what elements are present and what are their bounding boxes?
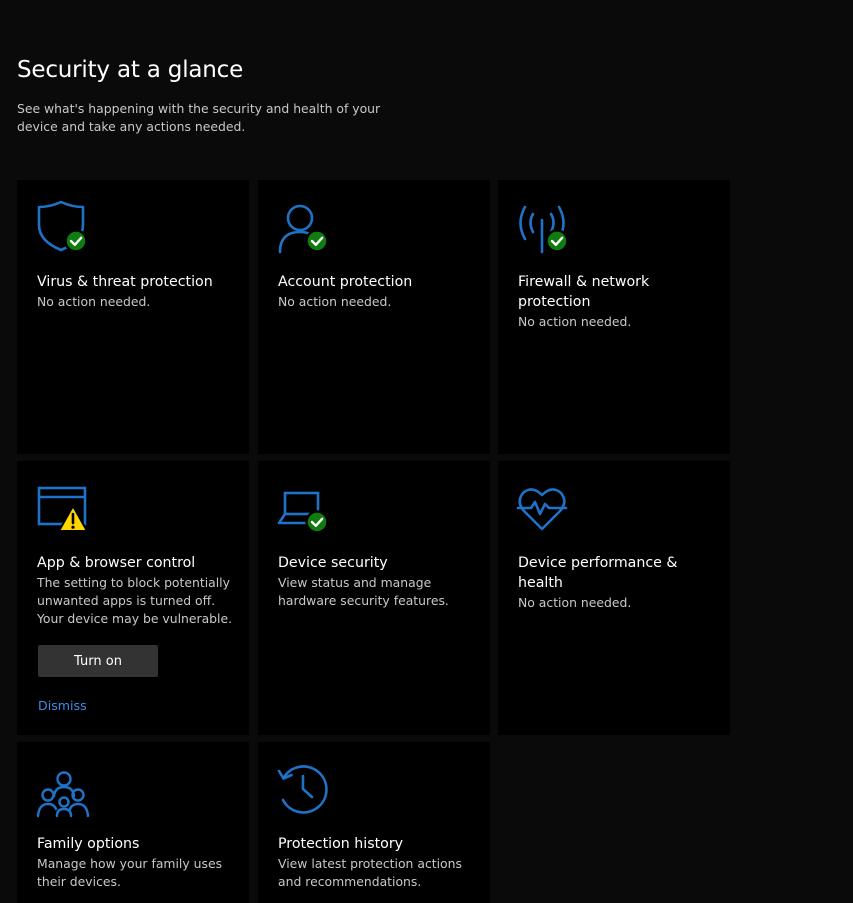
tile-firewall-network-protection[interactable]: Firewall & network protection No action …: [498, 180, 730, 454]
turn-on-button[interactable]: Turn on: [38, 645, 158, 677]
tile-family-options[interactable]: Family options Manage how your family us…: [17, 742, 249, 903]
family-icon: [36, 764, 93, 818]
tile-title: Device performance & health: [518, 555, 678, 591]
tile-device-performance-health[interactable]: Device performance & health No action ne…: [498, 461, 730, 735]
tile-status: View latest protection actions and recom…: [278, 856, 462, 889]
dismiss-link[interactable]: Dismiss: [38, 698, 87, 713]
tile-status: View status and manage hardware security…: [278, 575, 449, 608]
shield-icon: [37, 200, 93, 256]
browser-window-icon: [37, 483, 93, 537]
tile-status: The setting to block potentially unwante…: [37, 575, 233, 626]
tile-title: Account protection: [278, 274, 413, 290]
tile-title: Family options: [37, 836, 140, 852]
antenna-icon: [518, 202, 574, 256]
tile-status: No action needed.: [518, 314, 632, 329]
tile-account-protection[interactable]: Account protection No action needed.: [258, 180, 490, 454]
tile-status: No action needed.: [518, 595, 632, 610]
tile-title: Protection history: [278, 836, 404, 852]
tile-app-browser-control[interactable]: App & browser control The setting to blo…: [17, 461, 249, 735]
tile-title: Virus & threat protection: [37, 274, 213, 290]
tile-device-security[interactable]: Device security View status and manage h…: [258, 461, 490, 735]
tile-virus-threat-protection[interactable]: Virus & threat protection No action need…: [17, 180, 249, 454]
page-title: Security at a glance: [17, 57, 244, 83]
tile-title: App & browser control: [37, 555, 196, 571]
person-icon: [278, 202, 334, 256]
tile-status: Manage how your family uses their device…: [37, 856, 223, 889]
history-icon: [277, 764, 334, 818]
tile-status: No action needed.: [278, 294, 392, 309]
heart-pulse-icon: [516, 483, 574, 537]
security-at-a-glance-page: Security at a glance See what's happenin…: [0, 0, 853, 903]
tile-title: Device security: [278, 555, 388, 571]
page-subtitle: See what's happening with the security a…: [17, 101, 381, 134]
tile-status: No action needed.: [37, 294, 151, 309]
tile-protection-history[interactable]: Protection history View latest protectio…: [258, 742, 490, 903]
tile-title: Firewall & network protection: [518, 274, 650, 310]
laptop-icon: [277, 483, 334, 537]
